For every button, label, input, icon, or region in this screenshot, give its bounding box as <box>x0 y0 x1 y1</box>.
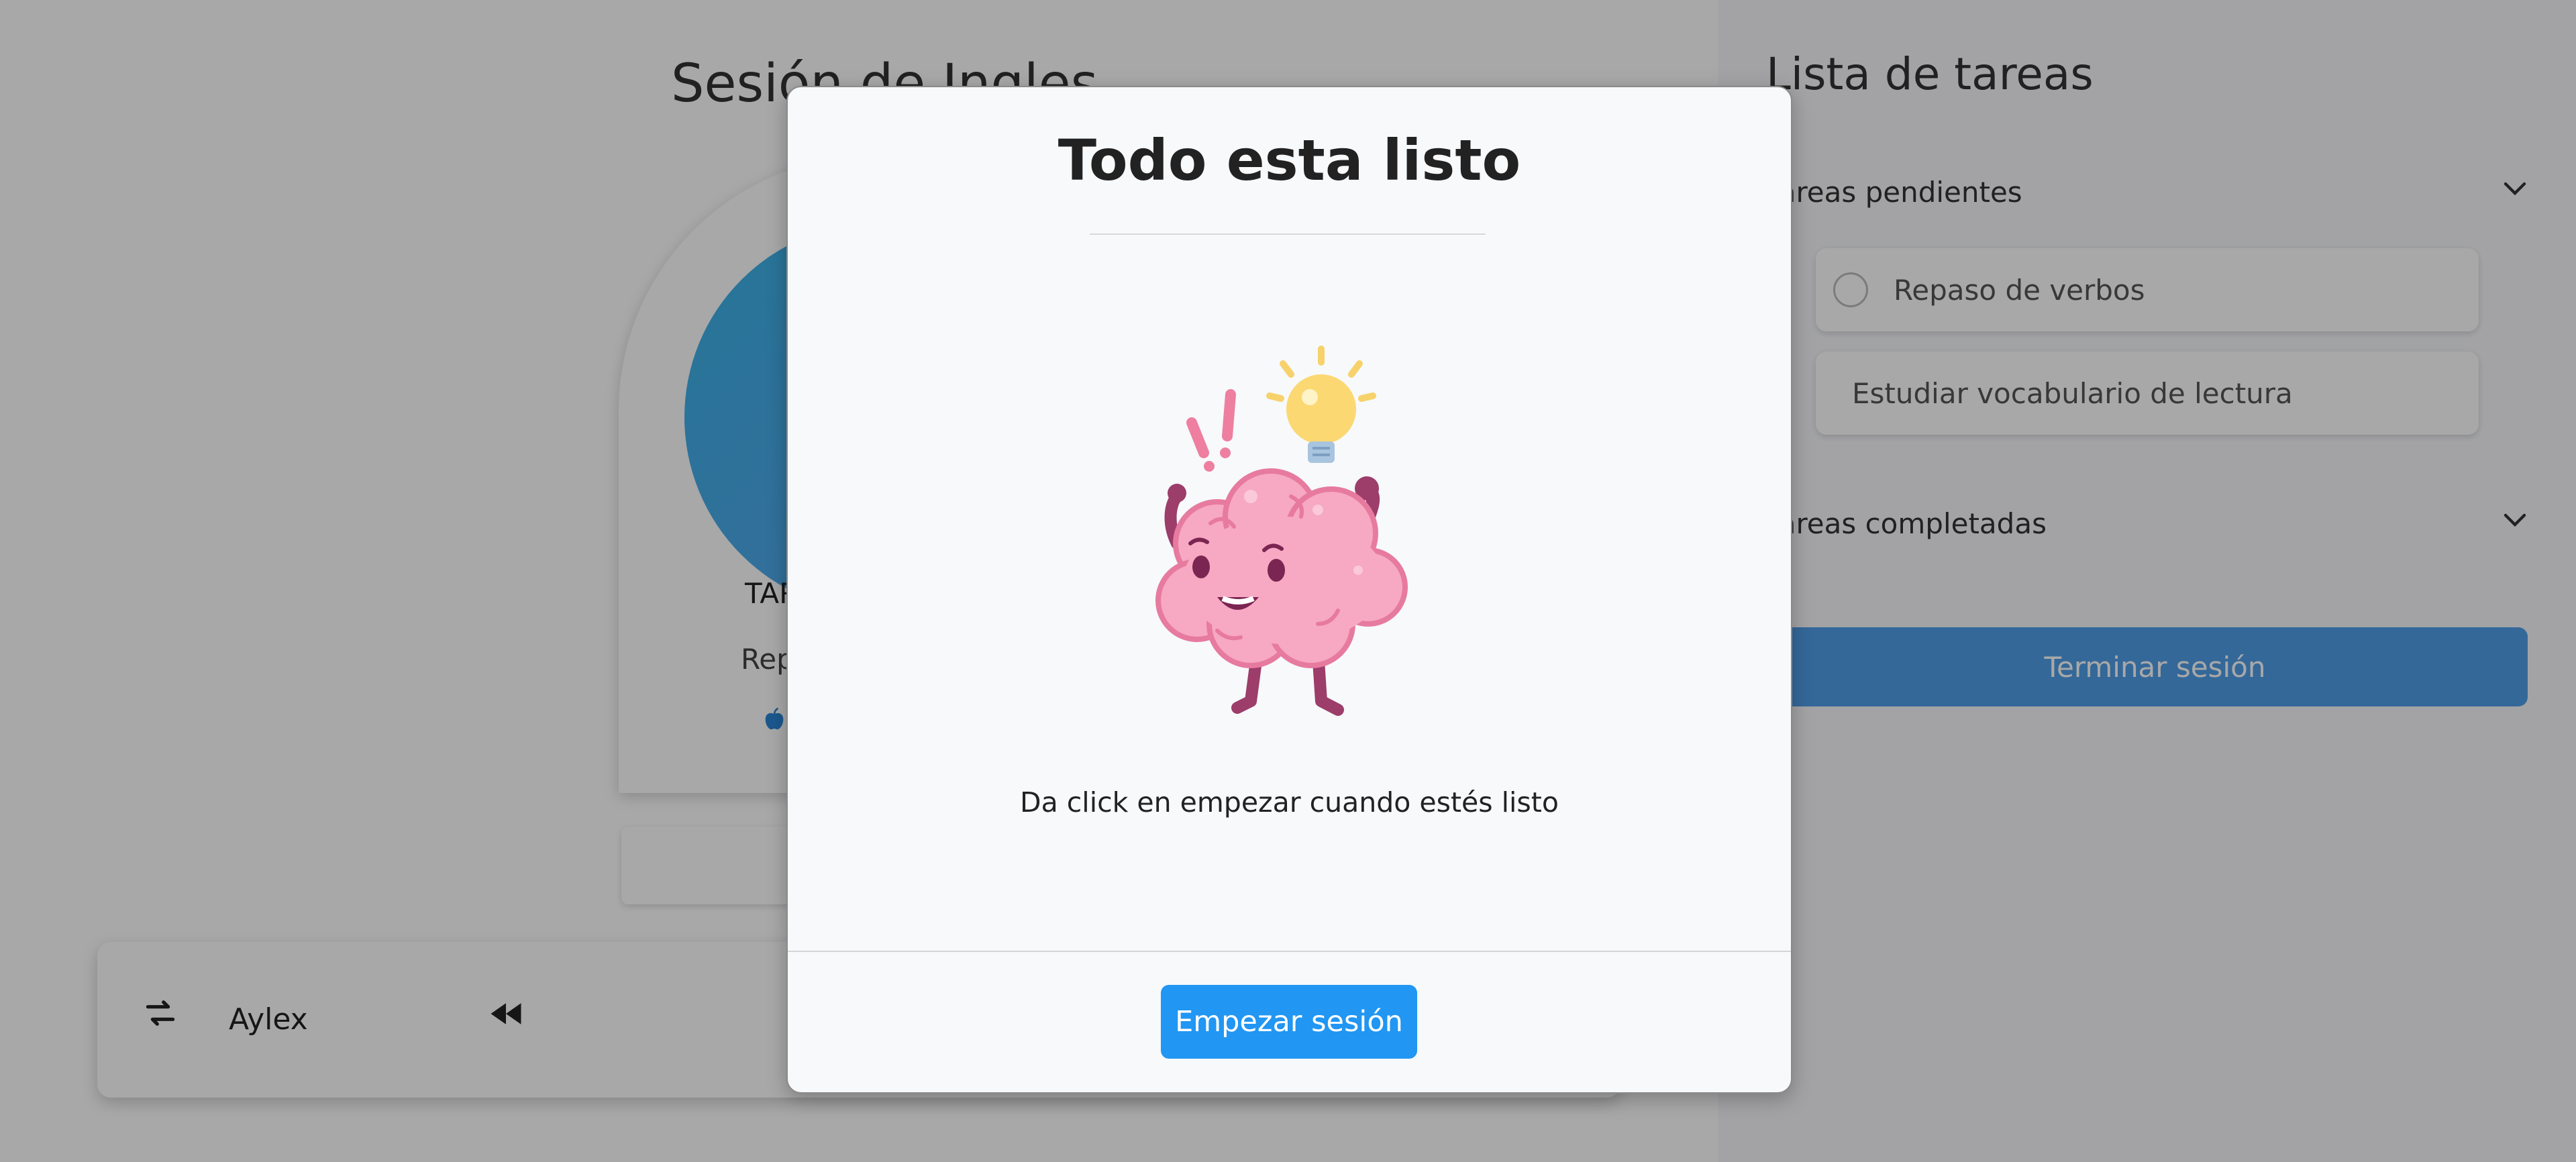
modal-title: Todo esta listo <box>1058 127 1521 193</box>
brain-lightbulb-illustration <box>1137 342 1445 718</box>
ready-modal: Todo esta listo Da click en empezar cuan… <box>786 86 1792 1094</box>
start-session-button[interactable]: Empezar sesión <box>1161 985 1417 1059</box>
modal-title-divider <box>1090 233 1486 235</box>
modal-footer-divider <box>788 951 1791 952</box>
modal-message: Da click en empezar cuando estés listo <box>1020 786 1559 818</box>
